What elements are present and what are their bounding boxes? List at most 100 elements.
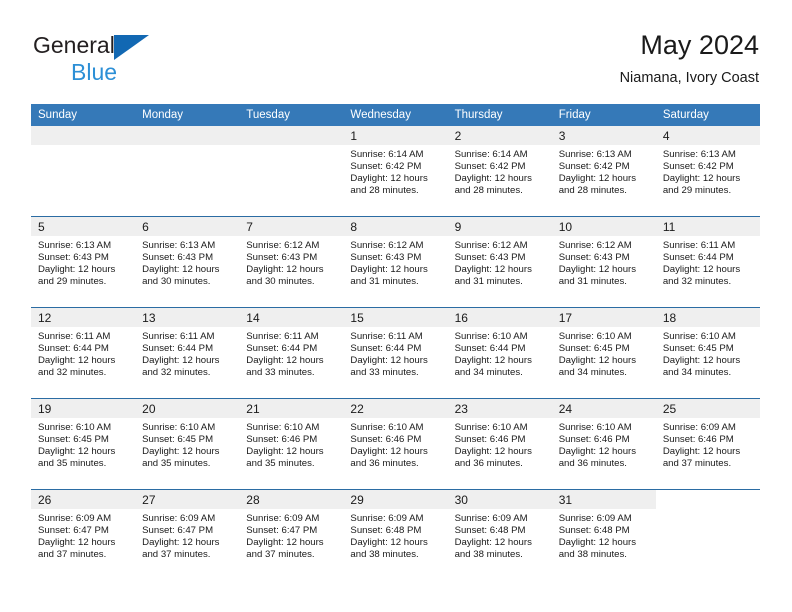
calendar-day-cell[interactable]: 28 Sunrise: 6:09 AM Sunset: 6:47 PM Dayligh…	[239, 489, 344, 580]
brand-logo[interactable]: General Blue	[33, 32, 233, 90]
calendar-day-cell[interactable]: 11 Sunrise: 6:11 AM Sunset: 6:44 PM Dayligh…	[655, 216, 760, 308]
calendar-day-cell[interactable]: 25 Sunrise: 6:09 AM Sunset: 6:46 PM Dayligh…	[655, 398, 760, 490]
sun-info: Sunrise: 6:09 AM Sunset: 6:47 PM Daylight:…	[239, 509, 343, 561]
calendar-day-cell[interactable]: 27 Sunrise: 6:09 AM Sunset: 6:47 PM Dayligh…	[135, 489, 240, 580]
day-number: 17	[551, 308, 656, 327]
sunrise-time: Sunrise: 6:13 AM	[142, 240, 216, 251]
daylight-duration-line1: Daylight: 12 hours	[246, 355, 324, 367]
daylight-duration-line1: Daylight: 12 hours	[662, 173, 741, 185]
day-cell-content	[239, 126, 344, 216]
daylight-duration-line2: and 30 minutes.	[246, 276, 315, 288]
day-cell-content: 9 Sunrise: 6:12 AM Sunset: 6:43 PM Daylight…	[447, 217, 552, 307]
day-number: 6	[135, 217, 240, 236]
calendar-day-cell[interactable]: 10 Sunrise: 6:12 AM Sunset: 6:43 PM Dayligh…	[551, 216, 656, 308]
calendar-day-cell[interactable]: 3 Sunrise: 6:13 AM Sunset: 6:42 PM Daylight…	[551, 126, 656, 217]
day-number: 20	[135, 399, 240, 418]
calendar-day-cell[interactable]: 4 Sunrise: 6:13 AM Sunset: 6:42 PM Daylight…	[655, 126, 760, 217]
sunrise-time: Sunrise: 6:12 AM	[350, 240, 424, 251]
day-cell-content: 14 Sunrise: 6:11 AM Sunset: 6:44 PM Dayligh…	[239, 308, 344, 398]
sunrise-time: Sunrise: 6:10 AM	[246, 422, 320, 433]
daylight-duration-line2: and 37 minutes.	[142, 549, 211, 561]
sunrise-time: Sunrise: 6:10 AM	[454, 331, 528, 342]
sunrise-time: Sunrise: 6:09 AM	[142, 513, 216, 524]
day-cell-content: 4 Sunrise: 6:13 AM Sunset: 6:42 PM Daylight…	[655, 126, 760, 216]
sunrise-time: Sunrise: 6:11 AM	[662, 240, 736, 251]
calendar-day-cell[interactable]: 18 Sunrise: 6:10 AM Sunset: 6:45 PM Dayligh…	[655, 307, 760, 399]
sun-info: Sunrise: 6:10 AM Sunset: 6:46 PM Daylight:…	[552, 418, 656, 470]
calendar-day-cell[interactable]: 24 Sunrise: 6:10 AM Sunset: 6:46 PM Dayligh…	[551, 398, 656, 490]
calendar-day-cell[interactable]: 14 Sunrise: 6:11 AM Sunset: 6:44 PM Dayligh…	[239, 307, 344, 399]
day-cell-content	[31, 126, 136, 216]
day-number: 8	[343, 217, 448, 236]
calendar-day-cell[interactable]: 12 Sunrise: 6:11 AM Sunset: 6:44 PM Dayligh…	[31, 307, 136, 399]
sunset-time: Sunset: 6:46 PM	[246, 434, 318, 446]
sunset-time: Sunset: 6:44 PM	[454, 343, 526, 355]
sunset-time: Sunset: 6:42 PM	[558, 161, 630, 173]
daylight-duration-line1: Daylight: 12 hours	[454, 446, 532, 458]
calendar-day-cell[interactable]: 29 Sunrise: 6:09 AM Sunset: 6:48 PM Dayligh…	[343, 489, 448, 580]
sunset-time: Sunset: 6:45 PM	[662, 343, 734, 355]
sunset-time: Sunset: 6:47 PM	[38, 525, 109, 537]
calendar-day-cell[interactable]: 1 Sunrise: 6:14 AM Sunset: 6:42 PM Daylight…	[343, 126, 448, 217]
calendar-day-cell[interactable]: 26 Sunrise: 6:09 AM Sunset: 6:47 PM Dayligh…	[31, 489, 136, 580]
daylight-duration-line2: and 37 minutes.	[38, 549, 107, 561]
calendar-day-cell[interactable]: 9 Sunrise: 6:12 AM Sunset: 6:43 PM Daylight…	[447, 216, 552, 308]
calendar-day-cell[interactable]: 7 Sunrise: 6:12 AM Sunset: 6:43 PM Daylight…	[239, 216, 344, 308]
sunset-time: Sunset: 6:43 PM	[142, 252, 214, 264]
daylight-duration-line2: and 34 minutes.	[558, 367, 627, 379]
sun-info: Sunrise: 6:13 AM Sunset: 6:43 PM Daylight:…	[31, 236, 135, 288]
daylight-duration-line1: Daylight: 12 hours	[38, 537, 116, 549]
day-number	[656, 490, 760, 509]
calendar-body: 1 Sunrise: 6:14 AM Sunset: 6:42 PM Daylight…	[31, 126, 760, 580]
calendar-day-cell[interactable]: 23 Sunrise: 6:10 AM Sunset: 6:46 PM Dayligh…	[447, 398, 552, 490]
sunset-time: Sunset: 6:44 PM	[662, 252, 734, 264]
daylight-duration-line1: Daylight: 12 hours	[142, 264, 220, 276]
sun-info: Sunrise: 6:10 AM Sunset: 6:45 PM Daylight:…	[656, 327, 760, 379]
calendar-day-cell[interactable]: 2 Sunrise: 6:14 AM Sunset: 6:42 PM Daylight…	[447, 126, 552, 217]
calendar-day-cell[interactable]: 22 Sunrise: 6:10 AM Sunset: 6:46 PM Dayligh…	[343, 398, 448, 490]
daylight-duration-line2: and 38 minutes.	[350, 549, 419, 561]
day-number: 22	[343, 399, 448, 418]
day-cell-content: 11 Sunrise: 6:11 AM Sunset: 6:44 PM Dayligh…	[655, 217, 760, 307]
sunset-time: Sunset: 6:46 PM	[454, 434, 526, 446]
day-cell-content	[135, 126, 240, 216]
day-cell-content: 17 Sunrise: 6:10 AM Sunset: 6:45 PM Dayligh…	[551, 308, 656, 398]
calendar-day-cell[interactable]: 8 Sunrise: 6:12 AM Sunset: 6:43 PM Daylight…	[343, 216, 448, 308]
calendar-day-cell[interactable]: 20 Sunrise: 6:10 AM Sunset: 6:45 PM Dayligh…	[135, 398, 240, 490]
day-cell-content: 31 Sunrise: 6:09 AM Sunset: 6:48 PM Dayligh…	[551, 490, 656, 580]
day-cell-content: 8 Sunrise: 6:12 AM Sunset: 6:43 PM Daylight…	[343, 217, 448, 307]
calendar-day-cell[interactable]: 21 Sunrise: 6:10 AM Sunset: 6:46 PM Dayligh…	[239, 398, 344, 490]
calendar-day-cell[interactable]: 16 Sunrise: 6:10 AM Sunset: 6:44 PM Dayligh…	[447, 307, 552, 399]
sunset-time: Sunset: 6:48 PM	[454, 525, 526, 537]
day-cell-content: 22 Sunrise: 6:10 AM Sunset: 6:46 PM Dayligh…	[343, 399, 448, 489]
daylight-duration-line1: Daylight: 12 hours	[558, 446, 637, 458]
daylight-duration-line2: and 28 minutes.	[558, 185, 627, 197]
sunrise-time: Sunrise: 6:10 AM	[350, 422, 424, 433]
calendar-day-cell[interactable]: 17 Sunrise: 6:10 AM Sunset: 6:45 PM Dayligh…	[551, 307, 656, 399]
calendar-day-cell[interactable]: 30 Sunrise: 6:09 AM Sunset: 6:48 PM Dayligh…	[447, 489, 552, 580]
calendar-day-cell[interactable]: 13 Sunrise: 6:11 AM Sunset: 6:44 PM Dayligh…	[135, 307, 240, 399]
day-cell-content: 28 Sunrise: 6:09 AM Sunset: 6:47 PM Dayligh…	[239, 490, 344, 580]
calendar-week-row: 26 Sunrise: 6:09 AM Sunset: 6:47 PM Dayligh…	[31, 489, 760, 580]
day-number: 1	[343, 126, 448, 145]
sun-info: Sunrise: 6:10 AM Sunset: 6:45 PM Daylight:…	[135, 418, 239, 470]
sunset-time: Sunset: 6:45 PM	[38, 434, 109, 446]
sunset-time: Sunset: 6:43 PM	[38, 252, 109, 264]
sunrise-time: Sunrise: 6:12 AM	[454, 240, 528, 251]
calendar-day-cell[interactable]: 15 Sunrise: 6:11 AM Sunset: 6:44 PM Dayligh…	[343, 307, 448, 399]
daylight-duration-line1: Daylight: 12 hours	[662, 264, 741, 276]
daylight-duration-line1: Daylight: 12 hours	[350, 537, 428, 549]
sun-info: Sunrise: 6:09 AM Sunset: 6:46 PM Daylight:…	[656, 418, 760, 470]
day-number: 21	[239, 399, 344, 418]
calendar-day-cell[interactable]: 19 Sunrise: 6:10 AM Sunset: 6:45 PM Dayligh…	[31, 398, 136, 490]
daylight-duration-line2: and 34 minutes.	[454, 367, 523, 379]
calendar-day-cell-empty	[655, 489, 760, 580]
calendar-day-cell[interactable]: 6 Sunrise: 6:13 AM Sunset: 6:43 PM Daylight…	[135, 216, 240, 308]
daylight-duration-line2: and 32 minutes.	[38, 367, 107, 379]
day-number: 27	[135, 490, 240, 509]
sun-info: Sunrise: 6:12 AM Sunset: 6:43 PM Daylight:…	[239, 236, 343, 288]
daylight-duration-line1: Daylight: 12 hours	[454, 173, 532, 185]
calendar-day-cell[interactable]: 31 Sunrise: 6:09 AM Sunset: 6:48 PM Dayligh…	[551, 489, 656, 580]
calendar-day-cell[interactable]: 5 Sunrise: 6:13 AM Sunset: 6:43 PM Daylight…	[31, 216, 136, 308]
day-cell-content: 20 Sunrise: 6:10 AM Sunset: 6:45 PM Dayligh…	[135, 399, 240, 489]
